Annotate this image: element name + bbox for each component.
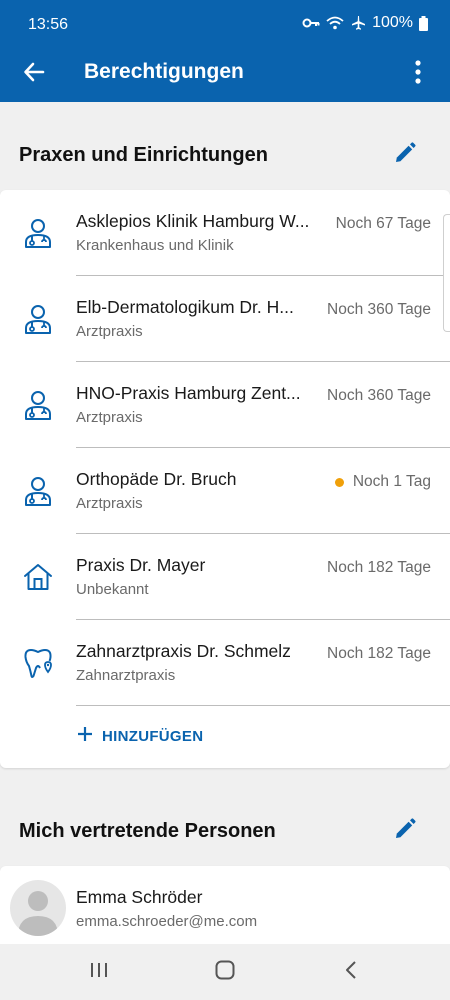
doctor-icon: [22, 216, 54, 250]
plus-icon: [78, 727, 92, 745]
praxis-row[interactable]: Elb-Dermatologikum Dr. H... Arztpraxis N…: [0, 276, 450, 362]
praxis-name: Praxis Dr. Mayer: [76, 555, 206, 575]
vertreter-edit-button[interactable]: [390, 816, 420, 846]
pencil-icon: [394, 141, 416, 169]
praxen-edit-button[interactable]: [390, 140, 420, 170]
praxis-remaining: Noch 360 Tage: [327, 387, 431, 405]
praxis-type: Zahnarztpraxis: [76, 667, 176, 684]
praxis-name: Elb-Dermatologikum Dr. H...: [76, 297, 294, 317]
praxis-type: Arztpraxis: [76, 323, 143, 340]
key-icon: [302, 17, 320, 29]
back-nav-button[interactable]: [336, 958, 366, 986]
vertreter-section-title: Mich vertretende Personen: [19, 820, 276, 842]
tooth-icon: [22, 646, 54, 680]
vertreter-card: Emma Schröder emma.schroeder@me.com: [0, 866, 450, 946]
remaining-label: Noch 360 Tage: [327, 387, 431, 404]
praxis-row[interactable]: Asklepios Klinik Hamburg W... Krankenhau…: [0, 190, 450, 276]
recent-apps-button[interactable]: [84, 958, 114, 986]
status-icons: 100%: [302, 14, 428, 32]
house-icon: [22, 560, 54, 594]
praxen-card: Asklepios Klinik Hamburg W... Krankenhau…: [0, 190, 450, 768]
status-bar: 13:56 100%: [0, 0, 450, 48]
praxis-name: Orthopäde Dr. Bruch: [76, 469, 237, 489]
remaining-label: Noch 67 Tage: [335, 215, 431, 232]
home-button[interactable]: [210, 958, 240, 986]
wifi-icon: [326, 16, 344, 30]
overflow-menu-button[interactable]: [406, 56, 430, 92]
scroll-indicator[interactable]: [443, 214, 450, 332]
praxis-type: Unbekannt: [76, 581, 149, 598]
remaining-label: Noch 182 Tage: [327, 645, 431, 662]
page-title: Berechtigungen: [84, 60, 244, 83]
praxis-row[interactable]: Zahnarztpraxis Dr. Schmelz Zahnarztpraxi…: [0, 620, 450, 706]
doctor-icon: [22, 302, 54, 336]
warning-dot: [334, 477, 344, 487]
praxis-row[interactable]: HNO-Praxis Hamburg Zent... Arztpraxis No…: [0, 362, 450, 448]
chevron-left-icon: [345, 960, 357, 984]
praxis-type: Arztpraxis: [76, 495, 143, 512]
person-email: emma.schroeder@me.com: [76, 913, 258, 930]
home-icon: [215, 960, 235, 985]
avatar: [10, 880, 66, 936]
praxis-name: Asklepios Klinik Hamburg W...: [76, 211, 310, 231]
praxis-type: Krankenhaus und Klinik: [76, 237, 234, 254]
arrow-back-icon: [23, 61, 45, 88]
battery-label: 100%: [372, 14, 413, 31]
doctor-icon: [22, 474, 54, 508]
remaining-label: Noch 360 Tage: [327, 301, 431, 318]
praxis-remaining: Noch 360 Tage: [327, 301, 431, 319]
person-name: Emma Schröder: [76, 887, 203, 907]
divider: [76, 705, 450, 706]
praxis-name: HNO-Praxis Hamburg Zent...: [76, 383, 301, 403]
praxis-type: Arztpraxis: [76, 409, 143, 426]
status-time: 13:56: [28, 16, 69, 33]
recent-apps-icon: [90, 962, 108, 983]
person-row[interactable]: Emma Schröder emma.schroeder@me.com: [0, 866, 450, 946]
praxis-remaining: Noch 182 Tage: [327, 645, 431, 663]
more-vert-icon: [415, 59, 421, 89]
add-label: HINZUFÜGEN: [102, 727, 204, 745]
praxis-remaining: Noch 1 Tag: [334, 473, 431, 491]
praxen-section-title: Praxen und Einrichtungen: [19, 144, 268, 166]
back-button[interactable]: [18, 58, 50, 90]
praxis-row[interactable]: Orthopäde Dr. Bruch Arztpraxis Noch 1 Ta…: [0, 448, 450, 534]
app-bar: Berechtigungen: [0, 48, 450, 102]
system-nav-bar: [0, 944, 450, 1000]
remaining-label: Noch 1 Tag: [352, 473, 431, 490]
remaining-label: Noch 182 Tage: [327, 559, 431, 576]
airplane-icon: [350, 15, 366, 31]
praxis-name: Zahnarztpraxis Dr. Schmelz: [76, 641, 291, 661]
praxis-remaining: Noch 182 Tage: [327, 559, 431, 577]
add-praxis-button[interactable]: HINZUFÜGEN: [78, 727, 203, 745]
pencil-icon: [394, 817, 416, 845]
praxis-remaining: Noch 67 Tage: [336, 215, 431, 233]
praxis-row[interactable]: Praxis Dr. Mayer Unbekannt Noch 182 Tage: [0, 534, 450, 620]
doctor-icon: [22, 388, 54, 422]
battery-icon: [419, 15, 428, 31]
